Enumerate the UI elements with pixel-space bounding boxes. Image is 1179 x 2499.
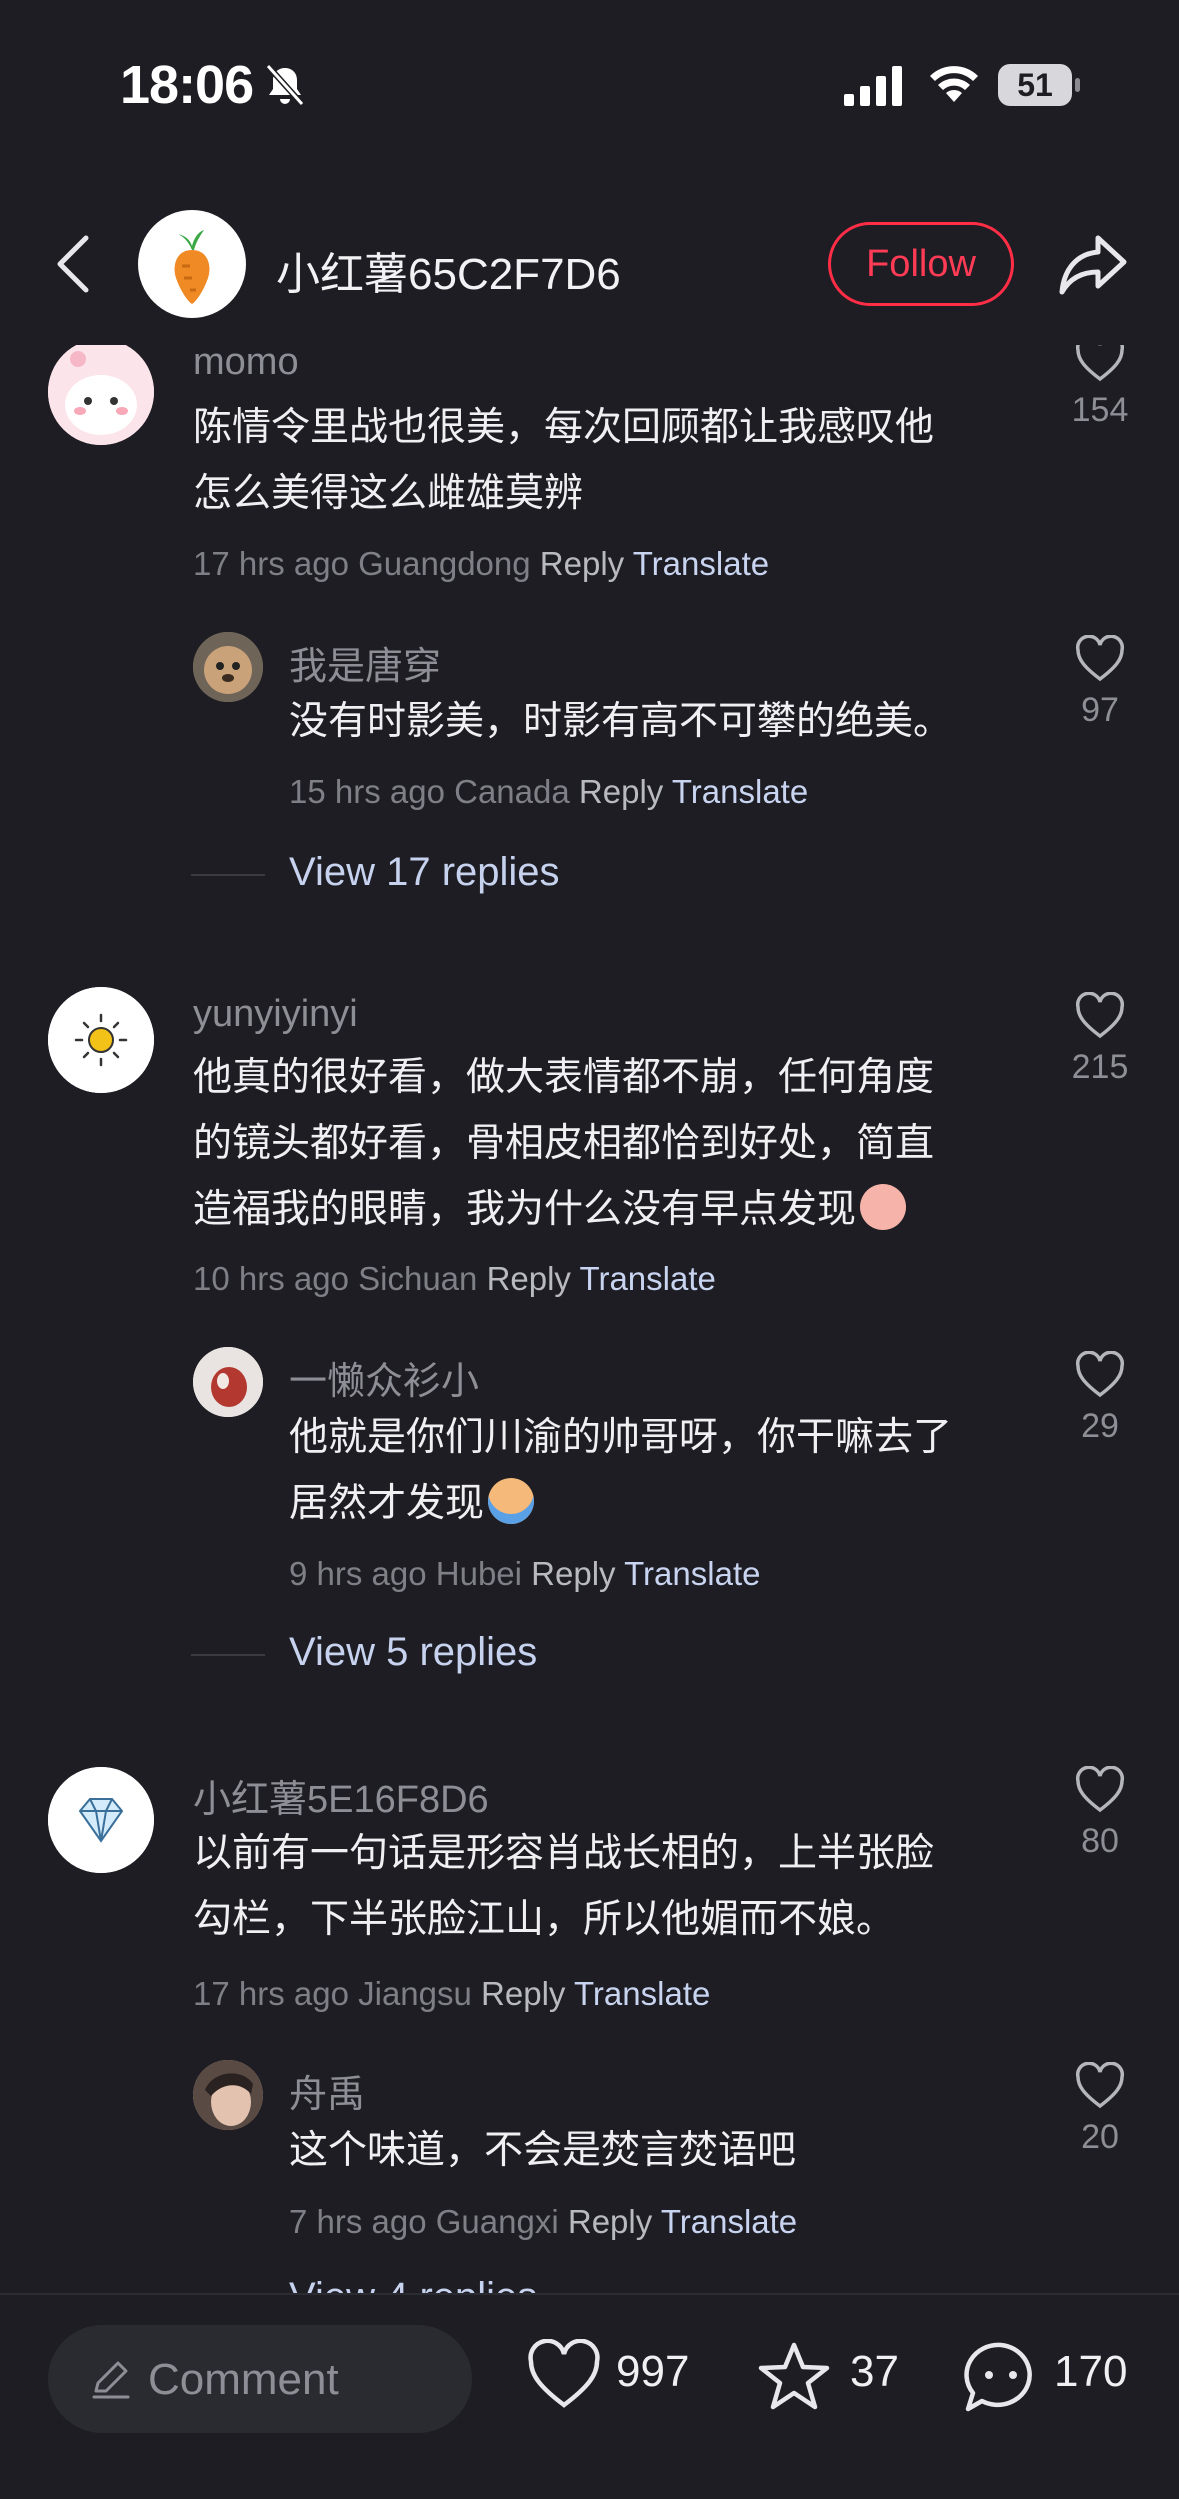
reply-meta: 9 hrs ago Hubei Reply Translate	[289, 1555, 761, 1592]
avatar[interactable]	[48, 1767, 154, 1873]
reply-link[interactable]: Reply	[568, 2203, 652, 2240]
carrot-icon	[174, 230, 210, 304]
reply-username[interactable]: 一懒众衫小	[289, 1350, 479, 1405]
battery-indicator: 51	[998, 64, 1080, 108]
reply-username[interactable]: 舟禹	[289, 2063, 365, 2118]
heart-icon	[1075, 2062, 1125, 2109]
heart-icon	[1075, 992, 1125, 1039]
reply-meta: 7 hrs ago Guangxi Reply Translate	[289, 2203, 798, 2240]
star-icon	[758, 2342, 830, 2410]
divider	[191, 1654, 265, 1656]
translate-link[interactable]: Translate	[672, 773, 808, 810]
reply-link[interactable]: Reply	[531, 1555, 615, 1592]
translate-link[interactable]: Translate	[580, 1260, 716, 1297]
reply-link[interactable]: Reply	[540, 545, 624, 582]
comment-text: 陈情令里战也很美，每次回顾都让我感叹他 怎么美得这么雌雄莫辨	[193, 406, 935, 515]
translate-link[interactable]: Translate	[661, 2203, 797, 2240]
comments-list[interactable]: momo 陈情令里战也很美，每次回顾都让我感叹他 怎么美得这么雌雄莫辨 17 h…	[0, 345, 1179, 2293]
reply-meta: 15 hrs ago Canada Reply Translate	[289, 773, 809, 810]
crying-face-emoji	[488, 1478, 535, 1524]
like-button[interactable]: 29	[1055, 1351, 1145, 1446]
divider	[191, 874, 265, 876]
avatar[interactable]	[48, 345, 154, 445]
comment-input[interactable]: Comment	[48, 2325, 472, 2433]
comment-meta: 17 hrs ago Guangdong Reply Translate	[193, 545, 770, 582]
comment-username[interactable]: momo	[193, 345, 299, 384]
status-time: 18:06	[120, 55, 254, 115]
pencil-icon	[92, 2361, 130, 2399]
diamond-avatar-icon	[48, 1767, 154, 1873]
like-button[interactable]: 215	[1055, 992, 1145, 1087]
view-replies-link[interactable]: View 17 replies	[289, 850, 560, 895]
cellular-signal-icon	[844, 66, 902, 106]
bottom-action-bar: Comment 997 37 170	[0, 2293, 1179, 2499]
heart-icon	[1075, 635, 1125, 682]
comment-text: 以前有一句话是形容肖战长相的，上半张脸 勾栏，下半张脸江山，所以他媚而不娘。	[193, 1832, 935, 1941]
bunny-avatar-icon	[48, 345, 154, 445]
translate-link[interactable]: Translate	[574, 1975, 710, 2012]
like-post-button[interactable]: 997	[524, 2338, 704, 2419]
like-button[interactable]: 154	[1055, 345, 1145, 430]
view-replies-link[interactable]: View 4 replies	[289, 2275, 537, 2293]
avatar[interactable]	[48, 987, 154, 1093]
sun-avatar-icon	[48, 987, 154, 1093]
heart-icon	[1075, 1766, 1125, 1813]
reply-link[interactable]: Reply	[481, 1975, 565, 2012]
blush-face-emoji	[860, 1184, 907, 1230]
author-avatar[interactable]	[138, 210, 246, 318]
heart-icon	[1075, 1351, 1125, 1398]
share-icon[interactable]	[1058, 230, 1130, 298]
reply-link[interactable]: Reply	[579, 773, 663, 810]
author-name[interactable]: 小红薯65C2F7D6	[276, 238, 621, 302]
comment-meta: 10 hrs ago Sichuan Reply Translate	[193, 1260, 716, 1297]
heart-icon	[1075, 345, 1125, 382]
translate-link[interactable]: Translate	[633, 545, 769, 582]
dog-avatar-icon	[193, 632, 263, 702]
wifi-icon	[930, 66, 978, 102]
collect-button[interactable]: 37	[754, 2339, 904, 2419]
bell-muted-icon	[265, 63, 305, 107]
comment-username[interactable]: yunyiyinyi	[193, 993, 358, 1036]
chat-bubble-icon	[964, 2342, 1032, 2412]
view-replies-link[interactable]: View 5 replies	[289, 1630, 537, 1675]
photo-avatar-icon	[193, 1347, 263, 1417]
reply-username[interactable]: 我是唐穿	[289, 635, 441, 690]
back-icon[interactable]	[52, 232, 96, 296]
reply-text: 没有时影美，时影有高不可攀的绝美。	[289, 700, 953, 743]
person-avatar-icon	[193, 2060, 263, 2130]
comments-button[interactable]: 170	[962, 2339, 1162, 2419]
reply-text: 他就是你们川渝的帅哥呀，你干嘛去了 居然才发现	[289, 1416, 953, 1525]
comment-meta: 17 hrs ago Jiangsu Reply Translate	[193, 1975, 711, 2012]
like-button[interactable]: 80	[1055, 1766, 1145, 1861]
avatar[interactable]	[193, 632, 263, 702]
heart-icon	[528, 2338, 600, 2408]
comment-text: 他真的很好看，做大表情都不崩，任何角度 的镜头都好看，骨相皮相都恰到好处，简直 …	[193, 1056, 935, 1231]
translate-link[interactable]: Translate	[624, 1555, 760, 1592]
follow-button[interactable]: Follow	[828, 222, 1014, 306]
like-button[interactable]: 20	[1055, 2062, 1145, 2157]
reply-link[interactable]: Reply	[487, 1260, 571, 1297]
comment-username[interactable]: 小红薯5E16F8D6	[193, 1768, 489, 1823]
avatar[interactable]	[193, 2060, 263, 2130]
avatar[interactable]	[193, 1347, 263, 1417]
like-button[interactable]: 97	[1055, 635, 1145, 730]
reply-text: 这个味道，不会是焚言焚语吧	[289, 2129, 797, 2172]
